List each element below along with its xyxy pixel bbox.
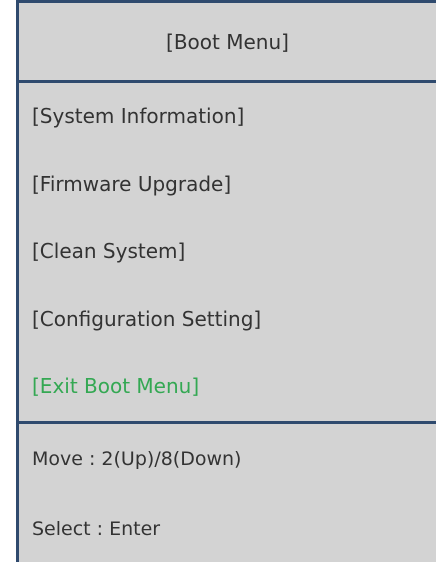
key-hints: Move : 2(Up)/8(Down) Select : Enter [19,424,436,564]
menu-item-configuration-setting[interactable]: [Configuration Setting] [19,286,436,354]
menu-item-clean-system[interactable]: [Clean System] [19,218,436,286]
move-hint: Move : 2(Up)/8(Down) [32,448,242,470]
menu-item-firmware-upgrade[interactable]: [Firmware Upgrade] [19,151,436,219]
boot-menu-title: [Boot Menu] [166,29,289,54]
select-hint: Select : Enter [32,518,161,540]
boot-menu-list: [System Information] [Firmware Upgrade] … [19,83,436,421]
boot-menu-panel: [Boot Menu] [System Information] [Firmwa… [16,0,436,562]
menu-item-system-information[interactable]: [System Information] [19,83,436,151]
menu-item-exit-boot-menu[interactable]: [Exit Boot Menu] [19,353,436,421]
